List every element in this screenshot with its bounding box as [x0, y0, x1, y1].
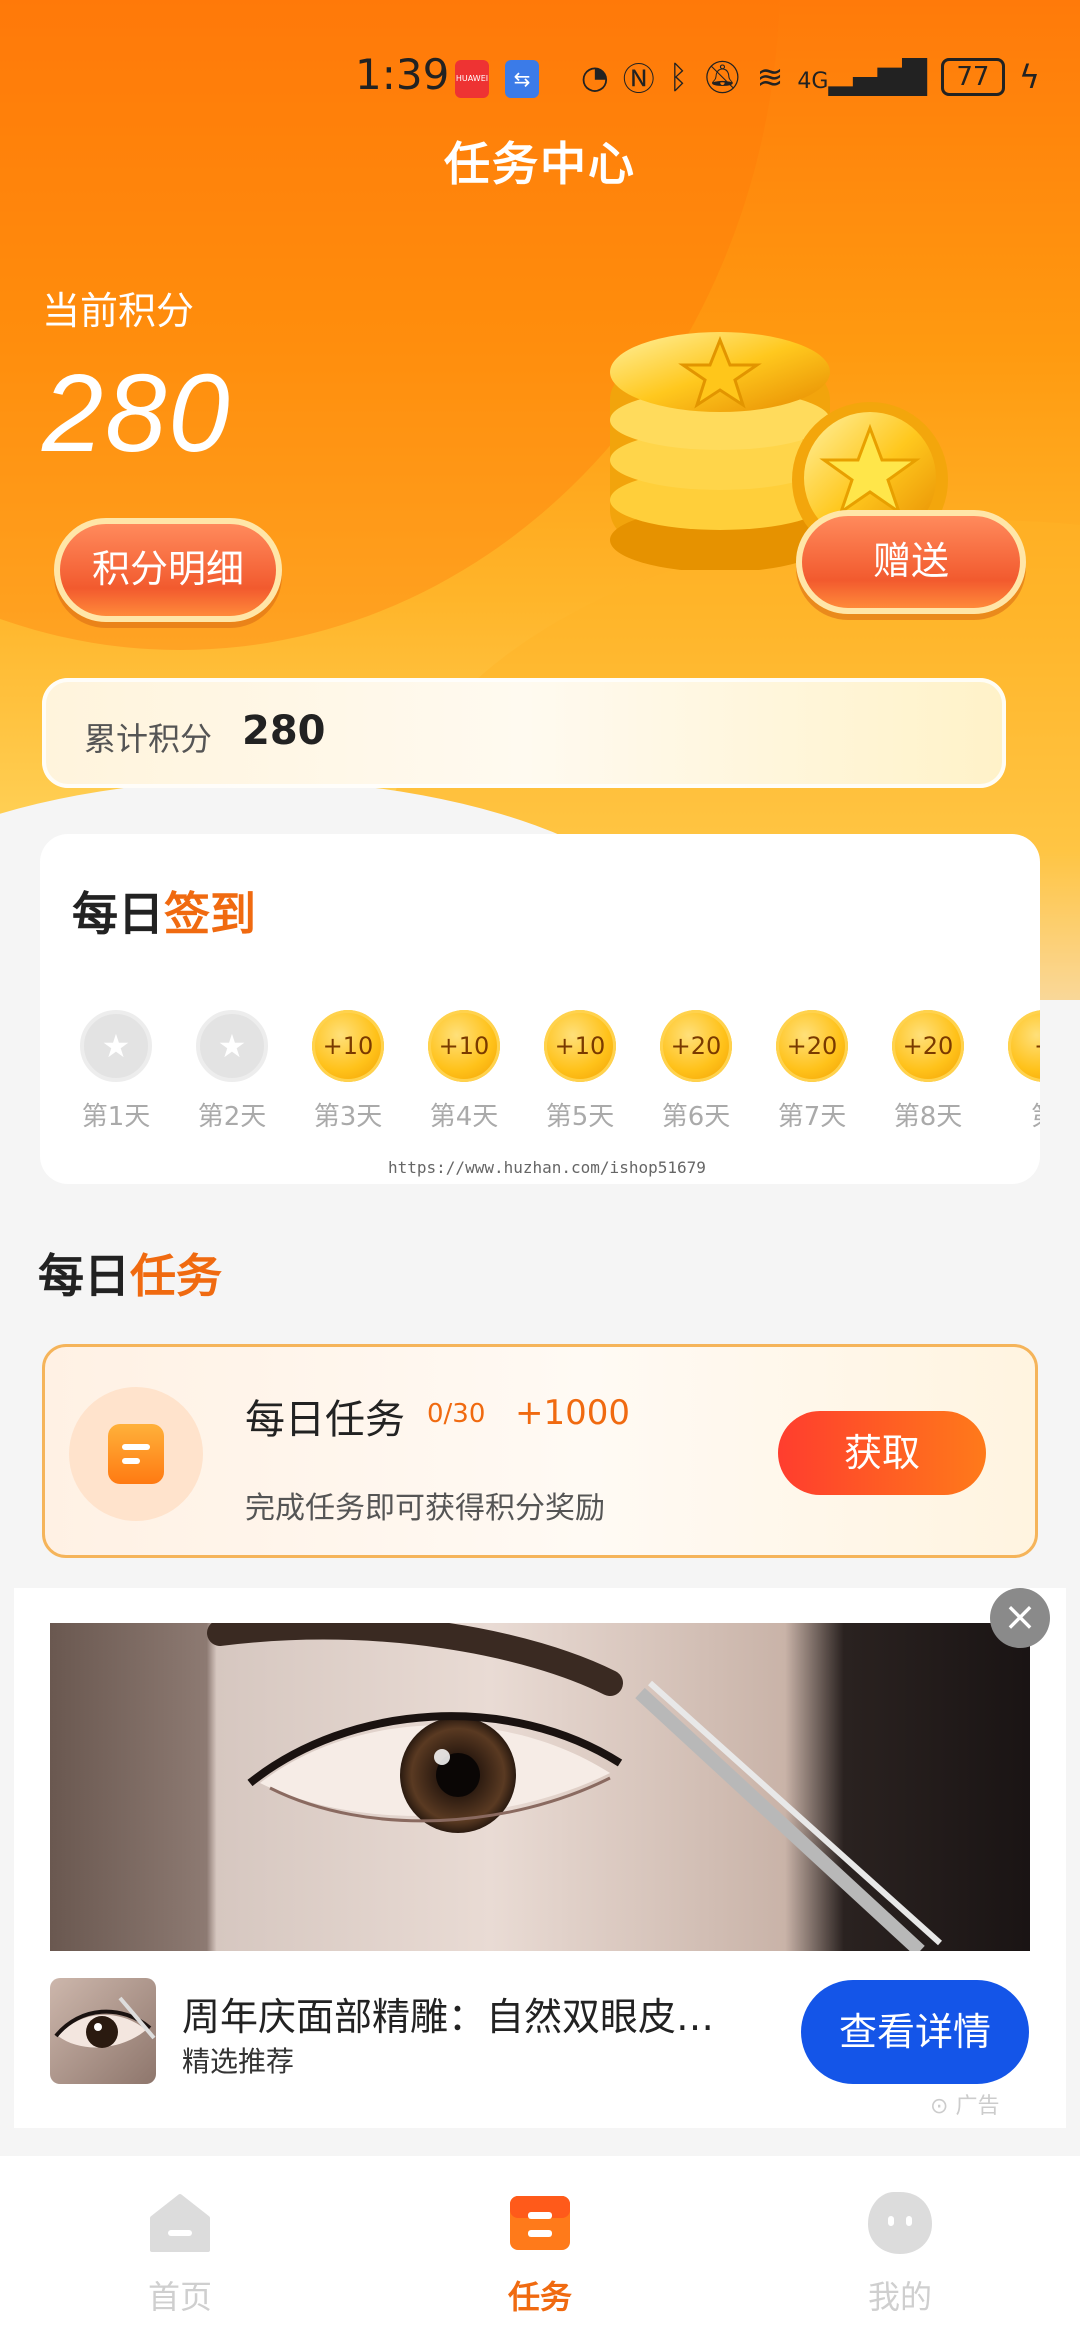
task-progress: 0/30: [427, 1399, 486, 1429]
task-icon-wrap: [69, 1387, 203, 1521]
nav-item-mine[interactable]: 我的: [820, 2186, 980, 2318]
daily-task-card: 每日任务 0/30 +1000 完成任务即可获得积分奖励 获取: [42, 1344, 1038, 1558]
profile-icon: [868, 2192, 932, 2254]
ad-thumbnail[interactable]: [50, 1978, 156, 2084]
points-detail-button[interactable]: 积分明细: [54, 518, 282, 622]
battery-icon: 77: [940, 58, 1005, 96]
ad-logo-icon: ⊙: [930, 2094, 949, 2119]
home-icon: [150, 2194, 210, 2252]
status-bar: 1:39 HUAWEI ⇆ ◔ Ⓝ ᛒ 🔕︎ ≋ 4G▂▄▆█ 77 ϟ: [0, 40, 1080, 120]
signin-day[interactable]: +20 第6天: [646, 1010, 746, 1133]
signin-day[interactable]: ★ 第2天: [182, 1010, 282, 1133]
cumulative-points-value: 280: [242, 708, 326, 754]
coin-reward: +10: [544, 1010, 616, 1082]
charging-icon: ϟ: [1018, 58, 1040, 96]
ad-title[interactable]: 周年庆面部精雕：自然双眼皮…: [182, 1986, 782, 2041]
gift-button[interactable]: 赠送: [796, 510, 1026, 614]
signin-day[interactable]: +10 第4天: [414, 1010, 514, 1133]
eye-image: [207, 1623, 943, 1951]
page-title: 任务中心: [444, 137, 636, 191]
close-icon[interactable]: ×: [990, 1588, 1050, 1648]
signal-icon: 4G▂▄▆█: [797, 58, 927, 96]
ad-image[interactable]: [50, 1623, 1030, 1951]
coin-reward: +20: [776, 1010, 848, 1082]
signin-day[interactable]: +10 第5天: [530, 1010, 630, 1133]
wifi-icon: ≋: [756, 58, 784, 96]
signin-day[interactable]: +20 第8天: [878, 1010, 978, 1133]
nav-label-mine: 我的: [867, 2278, 932, 2316]
task-section-title: 每日任务: [38, 1249, 222, 1303]
task-description: 完成任务即可获得积分奖励: [245, 1491, 605, 1526]
task-name: 每日任务: [245, 1397, 405, 1443]
get-task-button[interactable]: 获取: [778, 1411, 986, 1495]
nfc-icon: Ⓝ: [622, 60, 655, 98]
coin-reward: +20: [892, 1010, 964, 1082]
coin-reward: +20: [660, 1010, 732, 1082]
ad-view-details-button[interactable]: 查看详情: [801, 1980, 1029, 2084]
task-icon: [510, 2196, 570, 2250]
signin-day[interactable]: +20 第7天: [762, 1010, 862, 1133]
signin-day[interactable]: +10 第3天: [298, 1010, 398, 1133]
nav-item-home[interactable]: 首页: [100, 2186, 260, 2318]
eye-thumbnail-icon: [54, 1996, 156, 2048]
coin-reward: +10: [428, 1010, 500, 1082]
coin-reward: +10: [312, 1010, 384, 1082]
coin-reward: +: [1008, 1010, 1040, 1082]
signin-day[interactable]: ★ 第1天: [66, 1010, 166, 1133]
nav-label-home: 首页: [147, 2278, 212, 2316]
current-points-label: 当前积分: [42, 289, 195, 333]
document-icon: [108, 1424, 164, 1484]
star-icon: ★: [80, 1010, 152, 1082]
watermark-text: https://www.huzhan.com/ishop51679: [388, 1158, 706, 1177]
ad-tag: ⊙ 广告: [930, 2094, 1000, 2119]
task-reward: +1000: [515, 1393, 631, 1433]
signin-section-title: 每日签到: [72, 887, 256, 941]
mute-icon: 🔕︎: [701, 58, 743, 96]
nav-item-task[interactable]: 任务: [460, 2186, 620, 2318]
cumulative-points-bar: 累计积分 280: [42, 678, 1006, 788]
bluetooth-icon: ᛒ: [668, 58, 688, 96]
bottom-nav: 首页 任务 我的: [0, 2156, 1080, 2340]
cumulative-points-label: 累计积分: [84, 720, 213, 758]
status-icons: ◔ Ⓝ ᛒ 🔕︎ ≋ 4G▂▄▆█ 77 ϟ: [581, 54, 1040, 100]
status-time: 1:39: [355, 50, 450, 99]
daily-signin-card: 每日签到 ★ 第1天 ★ 第2天 +10 第3天 +10 第4天 +10 第5天…: [40, 834, 1040, 1184]
signin-days-list[interactable]: ★ 第1天 ★ 第2天 +10 第3天 +10 第4天 +10 第5天 +20 …: [40, 1010, 1040, 1140]
ad-banner[interactable]: 周年庆面部精雕：自然双眼皮… 精选推荐 查看详情 ⊙ 广告: [14, 1588, 1066, 2128]
speed-icon: ◔: [580, 58, 609, 96]
star-icon: ★: [196, 1010, 268, 1082]
current-points-value: 280: [42, 352, 232, 475]
ad-subtitle: 精选推荐: [182, 2045, 295, 2078]
huawei-app-icon: HUAWEI: [455, 60, 489, 98]
nav-label-task: 任务: [507, 2278, 572, 2316]
usb-icon: ⇆: [505, 60, 539, 98]
signin-day[interactable]: + 第: [994, 1010, 1040, 1133]
